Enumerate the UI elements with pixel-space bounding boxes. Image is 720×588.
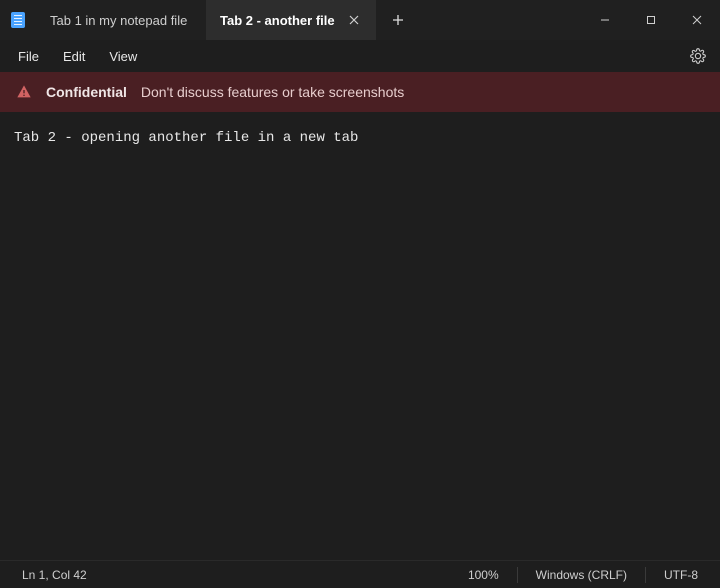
banner-message: Don't discuss features or take screensho… [141,84,404,100]
banner-title: Confidential [46,84,127,100]
close-window-button[interactable] [674,0,720,40]
app-icon [0,0,36,40]
window-controls [582,0,720,40]
new-tab-button[interactable] [376,0,420,40]
notepad-icon [11,12,25,28]
status-zoom[interactable]: 100% [450,561,517,588]
menu-file[interactable]: File [8,45,49,68]
status-cursor-position[interactable]: Ln 1, Col 42 [4,561,105,588]
file-tab-2[interactable]: Tab 2 - another file [206,0,376,40]
close-icon[interactable] [346,12,362,28]
menu-edit[interactable]: Edit [53,45,95,68]
tab-strip: Tab 1 in my notepad file Tab 2 - another… [36,0,376,40]
status-bar: Ln 1, Col 42 100% Windows (CRLF) UTF-8 [0,560,720,588]
maximize-button[interactable] [628,0,674,40]
title-bar: Tab 1 in my notepad file Tab 2 - another… [0,0,720,40]
gear-icon [690,48,706,64]
text-editor[interactable]: Tab 2 - opening another file in a new ta… [0,112,720,560]
minimize-button[interactable] [582,0,628,40]
file-tab-1[interactable]: Tab 1 in my notepad file [36,0,206,40]
settings-button[interactable] [684,42,712,70]
status-encoding[interactable]: UTF-8 [646,561,716,588]
status-line-ending[interactable]: Windows (CRLF) [518,561,645,588]
menu-view[interactable]: View [99,45,147,68]
confidential-banner: Confidential Don't discuss features or t… [0,72,720,112]
tab-label: Tab 1 in my notepad file [50,13,187,28]
menu-bar: File Edit View [0,40,720,72]
warning-icon [16,84,32,100]
tab-label: Tab 2 - another file [220,13,335,28]
titlebar-drag-area [420,0,582,40]
